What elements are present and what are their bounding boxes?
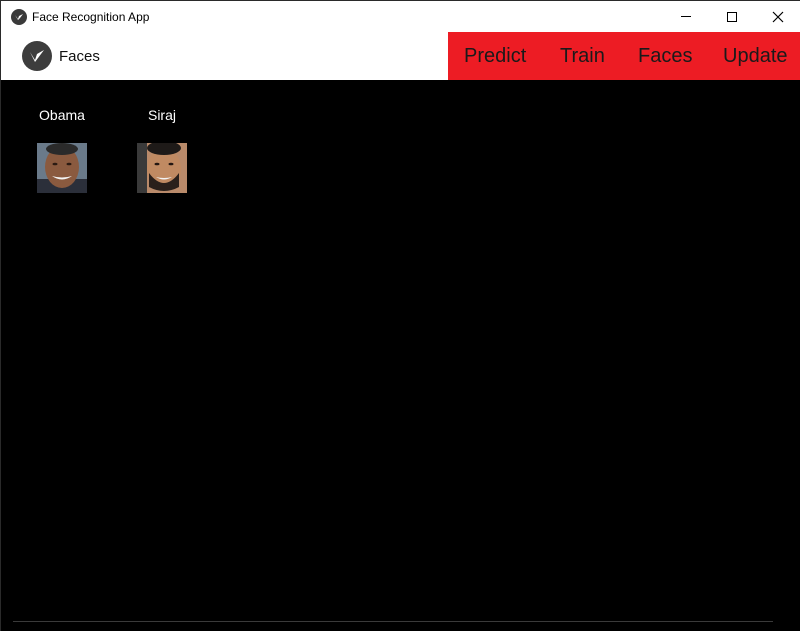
- faces-button[interactable]: Faces: [638, 45, 692, 68]
- minimize-icon[interactable]: [663, 1, 709, 32]
- train-button[interactable]: Train: [560, 45, 605, 68]
- predict-button[interactable]: Predict: [464, 45, 526, 68]
- update-button[interactable]: Update: [723, 45, 788, 68]
- window-title: Face Recognition App: [32, 9, 150, 24]
- divider: [13, 621, 773, 622]
- face-name: Siraj: [147, 107, 176, 123]
- face-card[interactable]: Siraj: [112, 105, 212, 193]
- kivy-logo-icon: [22, 41, 52, 71]
- brand-label: Faces: [59, 47, 100, 65]
- app-window: Face Recognition App Faces Predict Train…: [0, 0, 800, 631]
- nav-group: Predict Train Faces Update: [448, 32, 800, 80]
- close-icon[interactable]: [755, 1, 800, 32]
- face-thumbnail: [137, 143, 187, 193]
- title-bar: Face Recognition App: [1, 1, 800, 32]
- app-icon: [11, 8, 27, 25]
- maximize-icon[interactable]: [709, 1, 755, 32]
- action-bar: Faces Predict Train Faces Update: [1, 32, 800, 80]
- face-card[interactable]: Obama: [12, 105, 112, 193]
- face-thumbnail: [37, 143, 87, 193]
- brand[interactable]: Faces: [22, 41, 100, 71]
- window-controls: [663, 1, 800, 32]
- face-name: Obama: [39, 107, 85, 123]
- faces-grid: Obama Siraj: [1, 80, 800, 631]
